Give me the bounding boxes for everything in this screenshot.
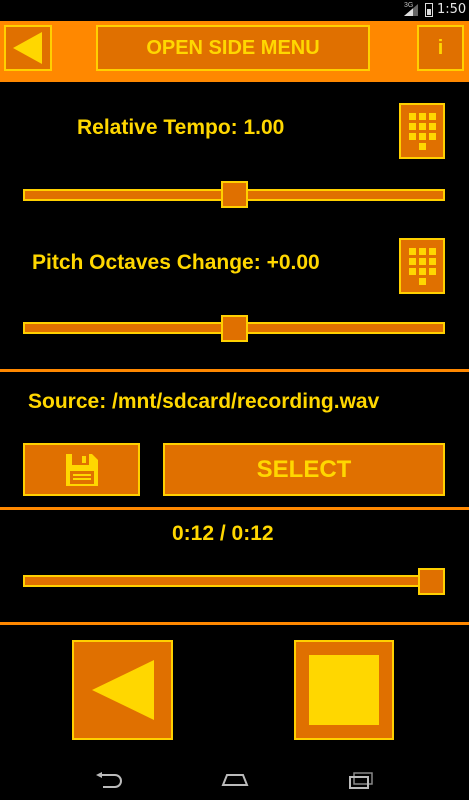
pitch-slider-thumb[interactable]: [220, 315, 248, 342]
pitch-keypad-button[interactable]: [399, 238, 445, 294]
top-bar: OPEN SIDE MENU i: [0, 21, 469, 82]
recent-apps-nav-icon[interactable]: [348, 772, 374, 789]
clock: 1:50: [437, 2, 467, 17]
navigation-bar: [0, 760, 469, 800]
floppy-disk-icon: [65, 453, 98, 486]
section-divider: [0, 622, 469, 625]
playback-progress-track[interactable]: [23, 575, 445, 587]
back-button[interactable]: [4, 25, 52, 71]
status-bar: 3G 1:50: [0, 0, 469, 21]
select-source-button[interactable]: SELECT: [163, 443, 445, 496]
keypad-icon: [408, 247, 436, 285]
save-button[interactable]: [23, 443, 140, 496]
stop-square-icon: [309, 655, 379, 725]
source-label: Source: /mnt/sdcard/recording.wav: [28, 390, 380, 413]
rewind-button[interactable]: [72, 640, 173, 740]
tempo-label: Relative Tempo: 1.00: [77, 116, 285, 139]
stop-button[interactable]: [294, 640, 394, 740]
keypad-icon: [408, 112, 436, 150]
playback-time-label: 0:12 / 0:12: [172, 522, 274, 545]
open-side-menu-button[interactable]: OPEN SIDE MENU: [96, 25, 370, 71]
playback-progress-thumb[interactable]: [418, 568, 445, 595]
battery-icon: [425, 3, 433, 17]
signal-icon: [404, 4, 418, 16]
back-nav-icon[interactable]: [95, 772, 123, 788]
pitch-label: Pitch Octaves Change: +0.00: [32, 251, 320, 274]
section-divider: [0, 507, 469, 510]
tempo-slider-thumb[interactable]: [220, 181, 248, 208]
info-button[interactable]: i: [417, 25, 464, 71]
rewind-triangle-icon: [91, 660, 154, 720]
section-divider: [0, 369, 469, 372]
home-nav-icon[interactable]: [221, 774, 249, 786]
tempo-keypad-button[interactable]: [399, 103, 445, 159]
back-arrow-icon: [13, 32, 42, 64]
